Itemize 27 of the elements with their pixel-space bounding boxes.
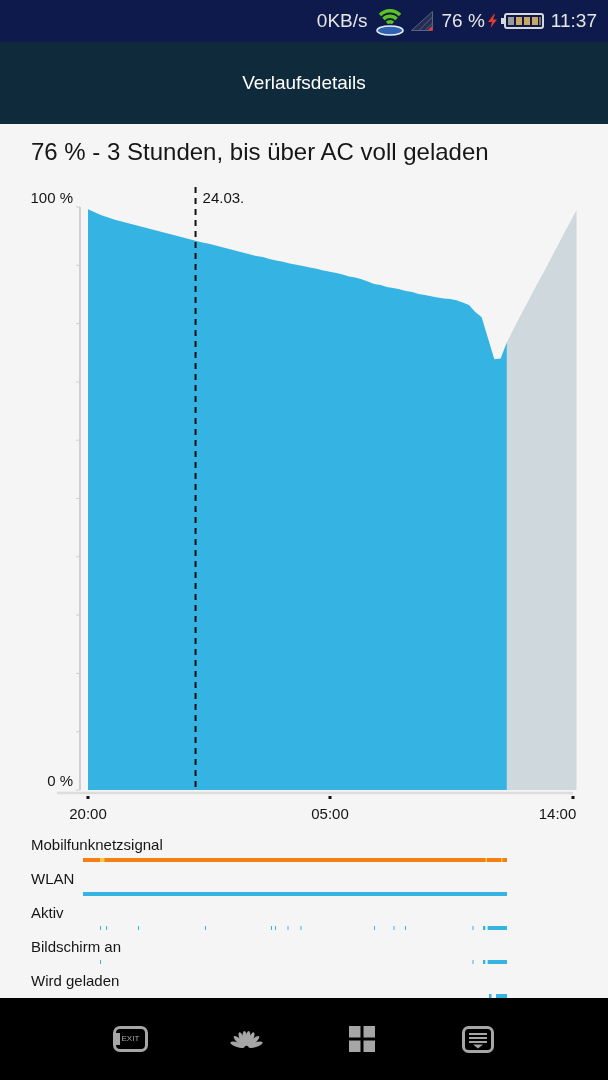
signal-icon [410, 11, 433, 31]
charge-summary: 76 % - 3 Stunden, bis über AC voll geladen [31, 137, 489, 167]
timeline-label: Mobilfunknetzsignal [31, 835, 163, 855]
timeline-label: Bildschirm an [31, 937, 122, 957]
signal-change-mark [501, 858, 503, 862]
signal-change-mark [485, 858, 487, 862]
tray-down-icon [462, 1025, 494, 1053]
timeline-label: Wird geladen [31, 971, 120, 991]
date-marker-label: 24.03. [202, 188, 245, 206]
battery-icon [500, 13, 544, 29]
x-tick-label: 14:00 [538, 804, 577, 822]
y-tick-label: 100 % [30, 188, 73, 206]
x-tick-label: 20:00 [69, 804, 107, 822]
screen-title: Verlaufsdetails [242, 71, 366, 95]
network-speed: 0KB/s [316, 10, 368, 32]
apps-button[interactable] [349, 1026, 375, 1052]
notification-panel-button[interactable] [462, 1025, 494, 1053]
y-tick-label: 0 % [47, 771, 73, 789]
grid-icon [349, 1026, 375, 1052]
battery-percentage: 76 % [441, 10, 485, 32]
clock: 11:37 [550, 10, 597, 32]
wifi-icon [374, 6, 405, 36]
x-tick-label: 05:00 [311, 804, 349, 822]
timeline-label: Aktiv [31, 903, 64, 923]
exit-button[interactable]: EXIT [112, 1026, 148, 1052]
timeline-label: WLAN [31, 869, 75, 889]
signal-change-mark [100, 858, 105, 862]
